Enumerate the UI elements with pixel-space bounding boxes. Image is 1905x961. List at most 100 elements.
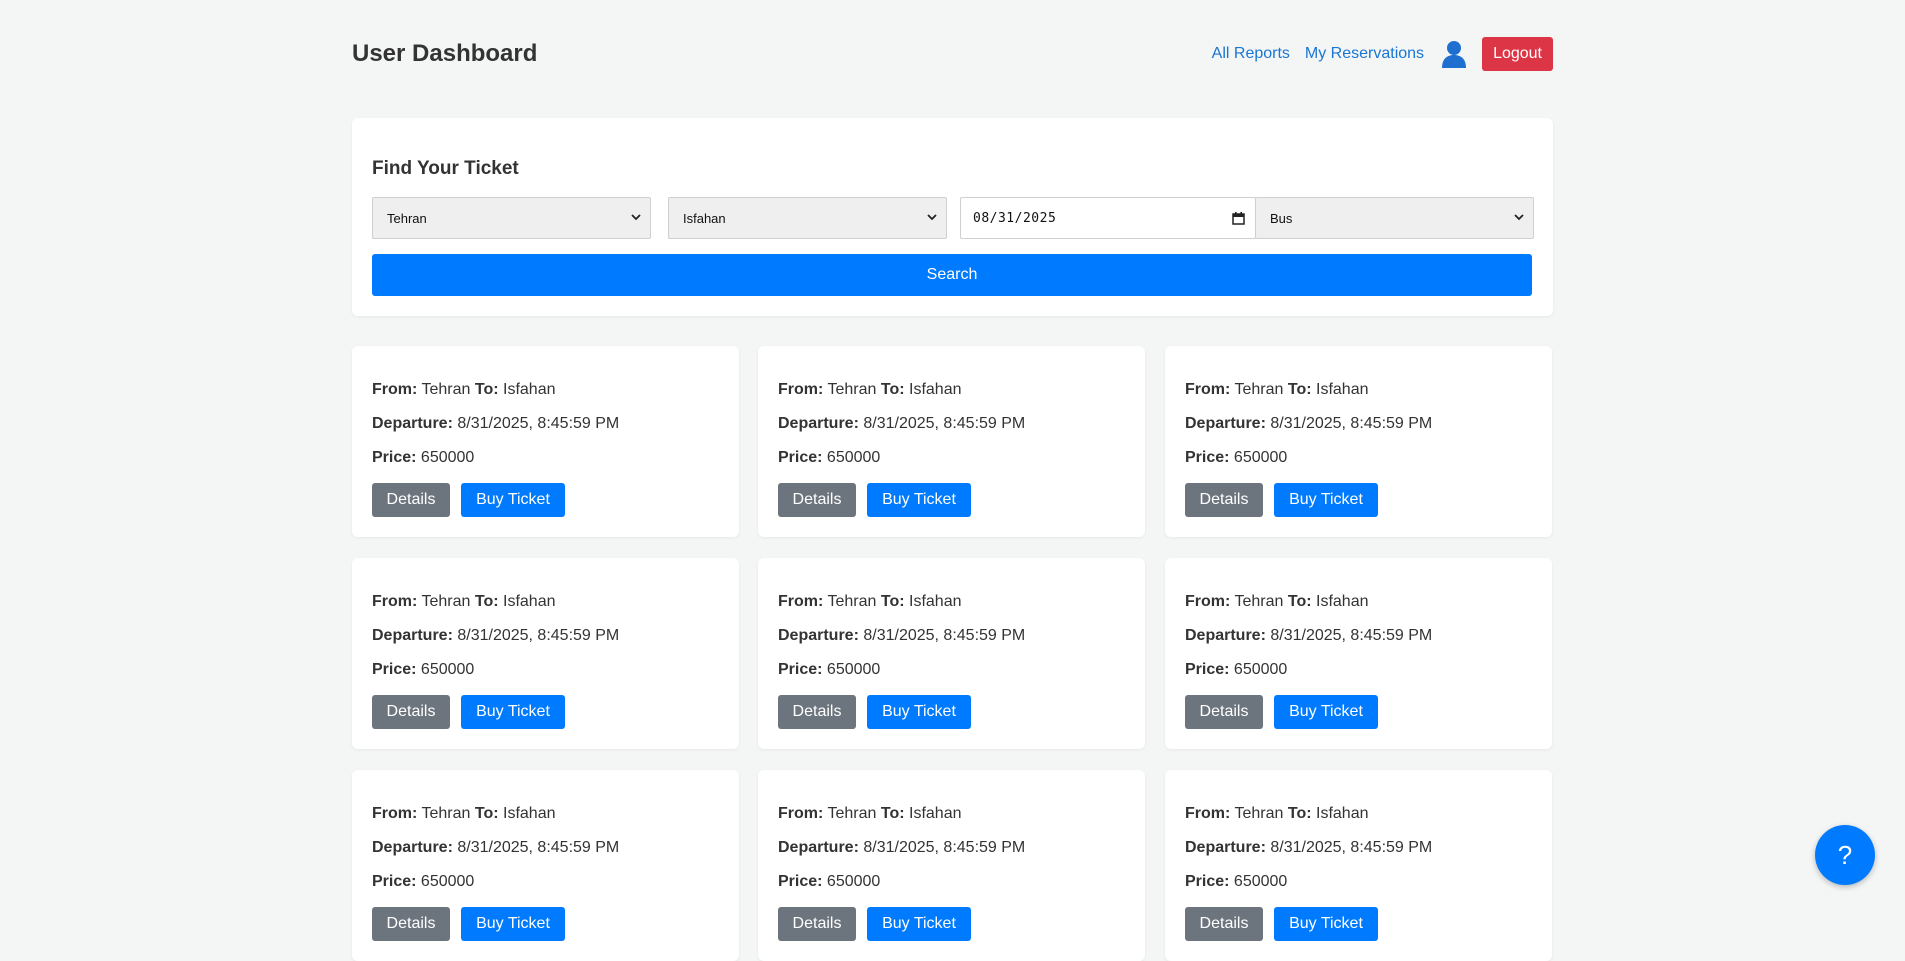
page-title: User Dashboard: [352, 40, 538, 67]
to-value: Isfahan: [503, 381, 556, 398]
logout-button[interactable]: Logout: [1482, 37, 1553, 71]
ticket-card: From: Tehran To: Isfahan Departure: 8/31/…: [758, 558, 1145, 749]
to-value: Isfahan: [503, 593, 556, 610]
buy-ticket-button[interactable]: Buy Ticket: [1274, 483, 1378, 517]
ticket-card: From: Tehran To: Isfahan Departure: 8/31/…: [352, 346, 739, 537]
details-button[interactable]: Details: [1185, 483, 1263, 517]
departure-line: Departure: 8/31/2025, 8:45:59 PM: [1185, 627, 1432, 645]
departure-line: Departure: 8/31/2025, 8:45:59 PM: [778, 627, 1025, 645]
price-line: Price: 650000: [372, 873, 474, 891]
to-label: To:: [880, 593, 905, 610]
departure-line: Departure: 8/31/2025, 8:45:59 PM: [1185, 839, 1432, 857]
to-label: To:: [880, 381, 905, 398]
details-button[interactable]: Details: [778, 907, 856, 941]
route-line: From: Tehran To: Isfahan: [1185, 381, 1368, 399]
user-icon[interactable]: [1440, 39, 1468, 69]
from-value: Tehran: [827, 381, 877, 398]
search-button[interactable]: Search: [372, 254, 1532, 296]
from-value: Tehran: [421, 805, 471, 822]
from-value: Tehran: [1234, 593, 1284, 610]
calendar-icon[interactable]: [1232, 212, 1245, 225]
to-label: To:: [474, 805, 499, 822]
buy-ticket-button[interactable]: Buy Ticket: [461, 907, 565, 941]
price-line: Price: 650000: [778, 449, 880, 467]
to-label: To:: [1287, 381, 1312, 398]
price-label: Price:: [372, 661, 417, 678]
price-line: Price: 650000: [1185, 661, 1287, 679]
details-button[interactable]: Details: [1185, 695, 1263, 729]
buy-ticket-button[interactable]: Buy Ticket: [867, 483, 971, 517]
date-input[interactable]: 08/31/2025: [960, 197, 1256, 239]
details-button[interactable]: Details: [372, 695, 450, 729]
all-reports-link[interactable]: All Reports: [1212, 45, 1290, 63]
to-value: Isfahan: [909, 593, 962, 610]
from-label: From:: [1185, 593, 1231, 610]
from-value: Tehran: [421, 381, 471, 398]
to-value: Isfahan: [503, 805, 556, 822]
details-button[interactable]: Details: [372, 483, 450, 517]
departure-label: Departure:: [372, 627, 453, 644]
departure-line: Departure: 8/31/2025, 8:45:59 PM: [372, 627, 619, 645]
departure-label: Departure:: [778, 627, 859, 644]
route-line: From: Tehran To: Isfahan: [372, 381, 555, 399]
ticket-card: From: Tehran To: Isfahan Departure: 8/31/…: [758, 346, 1145, 537]
details-button[interactable]: Details: [1185, 907, 1263, 941]
departure-label: Departure:: [1185, 627, 1266, 644]
destination-value: Isfahan: [683, 210, 726, 226]
vehicle-type-select[interactable]: Bus: [1255, 197, 1534, 239]
origin-select[interactable]: Tehran: [372, 197, 651, 239]
price-label: Price:: [1185, 661, 1230, 678]
price-value: 650000: [1233, 873, 1288, 890]
buy-ticket-button[interactable]: Buy Ticket: [461, 483, 565, 517]
help-button[interactable]: ?: [1815, 825, 1875, 885]
details-button[interactable]: Details: [778, 695, 856, 729]
destination-select[interactable]: Isfahan: [668, 197, 947, 239]
departure-label: Departure:: [778, 415, 859, 432]
price-label: Price:: [372, 449, 417, 466]
buy-ticket-button[interactable]: Buy Ticket: [461, 695, 565, 729]
price-line: Price: 650000: [372, 661, 474, 679]
details-button[interactable]: Details: [778, 483, 856, 517]
route-line: From: Tehran To: Isfahan: [778, 381, 961, 399]
price-value: 650000: [826, 449, 881, 466]
from-label: From:: [1185, 381, 1231, 398]
price-line: Price: 650000: [778, 661, 880, 679]
to-value: Isfahan: [1316, 593, 1369, 610]
buy-ticket-button[interactable]: Buy Ticket: [867, 695, 971, 729]
price-label: Price:: [1185, 449, 1230, 466]
price-label: Price:: [778, 873, 823, 890]
buy-ticket-button[interactable]: Buy Ticket: [1274, 907, 1378, 941]
details-button[interactable]: Details: [372, 907, 450, 941]
departure-line: Departure: 8/31/2025, 8:45:59 PM: [372, 839, 619, 857]
buy-ticket-button[interactable]: Buy Ticket: [867, 907, 971, 941]
from-value: Tehran: [1234, 381, 1284, 398]
origin-value: Tehran: [387, 210, 427, 226]
price-label: Price:: [778, 661, 823, 678]
chevron-down-icon: [1514, 214, 1524, 221]
ticket-card: From: Tehran To: Isfahan Departure: 8/31/…: [1165, 770, 1552, 961]
from-value: Tehran: [1234, 805, 1284, 822]
vehicle-type-value: Bus: [1270, 210, 1293, 226]
price-value: 650000: [826, 661, 881, 678]
to-label: To:: [1287, 805, 1312, 822]
from-label: From:: [778, 593, 824, 610]
search-title: Find Your Ticket: [372, 158, 519, 179]
from-label: From:: [778, 805, 824, 822]
from-value: Tehran: [421, 593, 471, 610]
route-line: From: Tehran To: Isfahan: [778, 805, 961, 823]
buy-ticket-button[interactable]: Buy Ticket: [1274, 695, 1378, 729]
from-label: From:: [372, 381, 418, 398]
to-label: To:: [880, 805, 905, 822]
ticket-card: From: Tehran To: Isfahan Departure: 8/31/…: [352, 770, 739, 961]
my-reservations-link[interactable]: My Reservations: [1305, 45, 1424, 63]
departure-value: 8/31/2025, 8:45:59 PM: [1270, 415, 1433, 432]
departure-value: 8/31/2025, 8:45:59 PM: [863, 627, 1026, 644]
departure-value: 8/31/2025, 8:45:59 PM: [457, 415, 620, 432]
from-value: Tehran: [827, 593, 877, 610]
date-value: 08/31/2025: [973, 210, 1057, 226]
from-label: From:: [372, 593, 418, 610]
price-value: 650000: [1233, 449, 1288, 466]
price-line: Price: 650000: [778, 873, 880, 891]
departure-label: Departure:: [778, 839, 859, 856]
route-line: From: Tehran To: Isfahan: [372, 805, 555, 823]
